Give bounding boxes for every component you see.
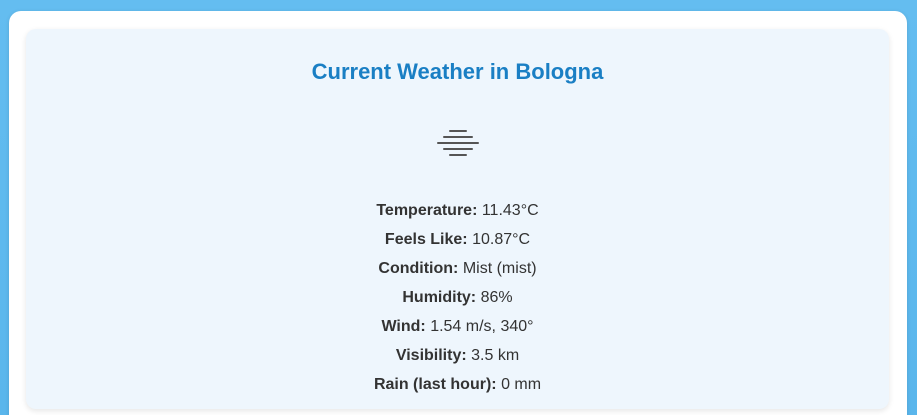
visibility-row: Visibility: 3.5 km <box>26 345 889 374</box>
weather-details: Temperature: 11.43°C Feels Like: 10.87°C… <box>26 200 889 403</box>
visibility-label: Visibility: <box>395 347 467 364</box>
weather-panel: Current Weather in Bologna Temperature: … <box>26 29 889 409</box>
rain-value: 0 mm <box>501 376 542 393</box>
condition-row: Condition: Mist (mist) <box>26 258 889 287</box>
visibility-value: 3.5 km <box>471 347 520 364</box>
condition-label: Condition: <box>378 260 459 277</box>
outer-card: Current Weather in Bologna Temperature: … <box>9 11 907 415</box>
feels-like-row: Feels Like: 10.87°C <box>26 229 889 258</box>
weather-icon-container <box>26 127 889 167</box>
condition-value: Mist (mist) <box>462 260 537 277</box>
humidity-row: Humidity: 86% <box>26 287 889 316</box>
humidity-value: 86% <box>480 289 513 306</box>
temperature-value: 11.43°C <box>481 202 539 219</box>
rain-label: Rain (last hour): <box>373 376 497 393</box>
wind-row: Wind: 1.54 m/s, 340° <box>26 316 889 345</box>
feels-like-value: 10.87°C <box>472 231 531 248</box>
temperature-row: Temperature: 11.43°C <box>26 200 889 229</box>
rain-row: Rain (last hour): 0 mm <box>26 374 889 403</box>
mist-icon <box>436 130 479 156</box>
wind-label: Wind: <box>381 318 426 335</box>
humidity-label: Humidity: <box>402 289 477 306</box>
temperature-label: Temperature: <box>376 202 478 219</box>
page-title: Current Weather in Bologna <box>311 59 604 84</box>
feels-like-label: Feels Like: <box>384 231 468 248</box>
wind-value: 1.54 m/s, 340° <box>430 318 534 335</box>
